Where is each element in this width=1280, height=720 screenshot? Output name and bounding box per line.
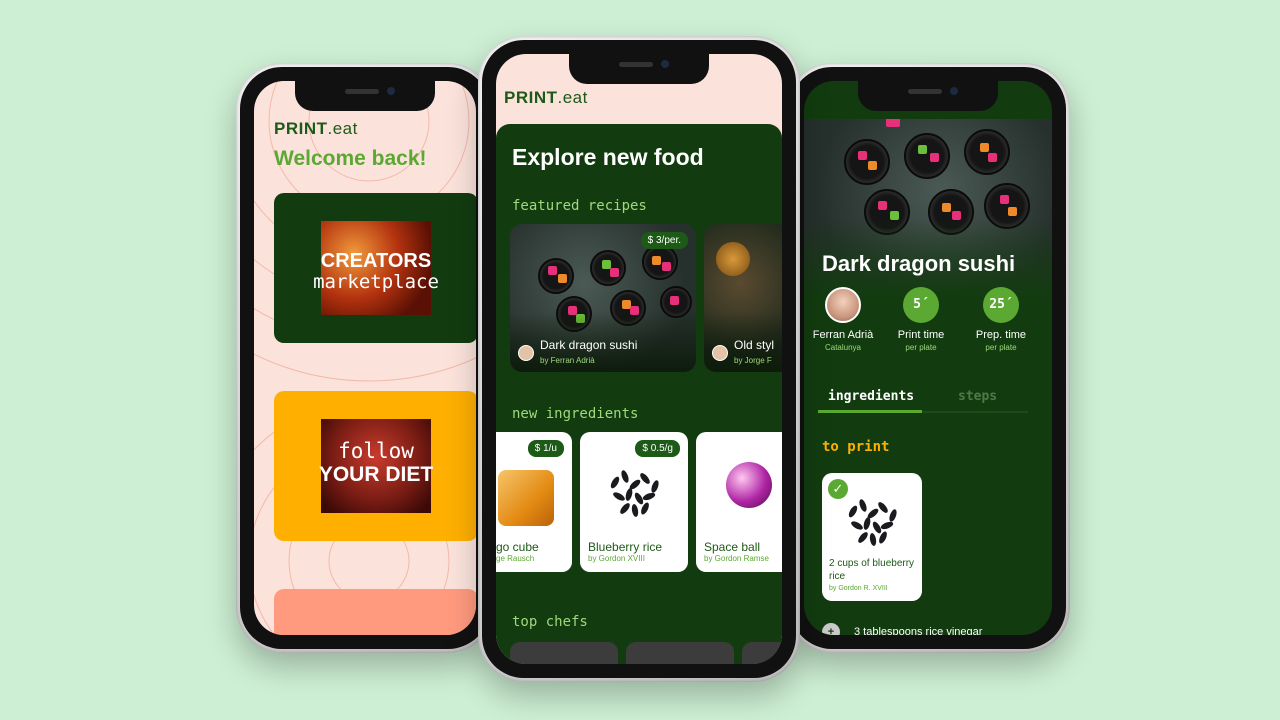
ingredient-author: by Gordon Ramse: [704, 554, 769, 563]
print-time-label: Print time: [897, 329, 945, 341]
dish-title: Dark dragon sushi: [822, 251, 1016, 276]
price-badge: $ 1/u: [527, 440, 564, 457]
print-time-sub: per plate: [905, 343, 937, 352]
recipe-name: Old styl: [734, 338, 775, 352]
ingredient-card[interactable]: $ 0.5/g Blueberry rice by Gordon XVIII: [580, 432, 688, 572]
phone-right: Dark dragon sushi Ferran Adrià Catalunya…: [786, 63, 1070, 653]
active-tab-indicator: [818, 410, 922, 413]
ingredient-name: go cube: [496, 540, 539, 554]
ingredient-author: ge Rausch: [496, 554, 535, 563]
featured-recipes-heading: featured recipes: [512, 198, 647, 214]
price-badge: $ 3/per.: [640, 232, 688, 249]
print-ingredient-name: 2 cups of blueberry rice: [829, 558, 915, 582]
ingredient-name: Blueberry rice: [588, 540, 663, 554]
ingredient-card[interactable]: Space ball by Gordon Ramse: [696, 432, 782, 572]
explore-screen: PRINT.eat Explore new food featured reci…: [496, 54, 782, 664]
blueberry-rice-image: [608, 466, 664, 522]
explore-panel: Explore new food featured recipes $ 3/pe…: [496, 124, 782, 664]
ingredient-name: Space ball: [704, 540, 761, 554]
sushi-image: [538, 258, 574, 294]
chef-avatar: [712, 345, 728, 361]
print-time-info: 5´ Print time per plate: [876, 287, 966, 352]
print-time-value: 5´: [903, 287, 939, 323]
creators-marketplace-card[interactable]: CREATORS marketplace: [274, 193, 476, 343]
chef-card[interactable]: [510, 642, 618, 664]
phone-notch: [569, 54, 709, 84]
ingredient-card[interactable]: $ 1/u go cube ge Rausch: [496, 432, 572, 572]
follow-diet-card[interactable]: follow YOUR DIET: [274, 391, 476, 541]
chef-avatar: [518, 345, 534, 361]
new-ingredients-heading: new ingredients: [512, 406, 639, 422]
prep-time-value: 25´: [983, 287, 1019, 323]
blueberry-rice-image: [846, 495, 902, 551]
recipe-card[interactable]: $ 3/per. Dark dragon sushi by Ferran Adr…: [510, 224, 696, 372]
recipe-card[interactable]: Old styl by Jorge F: [704, 224, 782, 372]
prep-time-info: 25´ Prep. time per plate: [956, 287, 1046, 352]
recipe-detail-screen: Dark dragon sushi Ferran Adrià Catalunya…: [804, 81, 1052, 635]
creators-title: CREATORS: [320, 250, 432, 272]
tab-ingredients[interactable]: ingredients: [828, 389, 914, 404]
ingredient-text: 3 tablespoons rice vinegar: [854, 626, 983, 635]
chef-card[interactable]: [626, 642, 734, 664]
ingredient-list-item[interactable]: +3 tablespoons rice vinegar: [822, 623, 1042, 635]
brand-logo: PRINT.eat: [274, 119, 358, 138]
recipe-name: Dark dragon sushi: [540, 338, 638, 352]
mango-cube-image: [498, 470, 554, 526]
recipe-author: by Ferran Adrià: [540, 356, 595, 365]
check-icon[interactable]: ✓: [828, 479, 848, 499]
diet-title-line1: follow: [338, 439, 414, 463]
space-ball-image: [726, 462, 772, 508]
creators-subtitle: marketplace: [313, 271, 439, 293]
page-title: Explore new food: [512, 144, 704, 170]
phone-center: PRINT.eat Explore new food featured reci…: [478, 36, 800, 682]
promo-card-partial[interactable]: [274, 589, 476, 635]
plus-icon[interactable]: +: [822, 623, 840, 635]
recipe-author: by Jorge F: [734, 356, 772, 365]
print-ingredient-author: by Gordon R. XVIII: [829, 585, 888, 592]
recipe-tabs: ingredients steps: [818, 387, 1028, 413]
print-ingredient-card[interactable]: ✓ 2 cups of blueberry rice by Gordon R. …: [822, 473, 922, 601]
dish-image: [716, 242, 750, 276]
price-badge: $ 0.5/g: [635, 440, 680, 457]
ingredient-author: by Gordon XVIII: [588, 554, 645, 563]
brand-logo: PRINT.eat: [504, 88, 588, 107]
chef-avatar: [825, 287, 861, 323]
welcome-heading: Welcome back!: [274, 147, 427, 170]
phone-notch: [295, 81, 435, 111]
phone-notch: [858, 81, 998, 111]
home-screen: PRINT.eat Welcome back! CREATORS marketp…: [254, 81, 476, 635]
top-chefs-heading: top chefs: [512, 614, 588, 630]
prep-time-sub: per plate: [985, 343, 1017, 352]
to-print-heading: to print: [822, 439, 890, 455]
chef-card[interactable]: [742, 642, 782, 664]
diet-title-line2: YOUR DIET: [318, 463, 434, 486]
prep-time-label: Prep. time: [975, 329, 1027, 341]
phone-left: PRINT.eat Welcome back! CREATORS marketp…: [236, 63, 494, 653]
tab-steps[interactable]: steps: [958, 389, 997, 404]
